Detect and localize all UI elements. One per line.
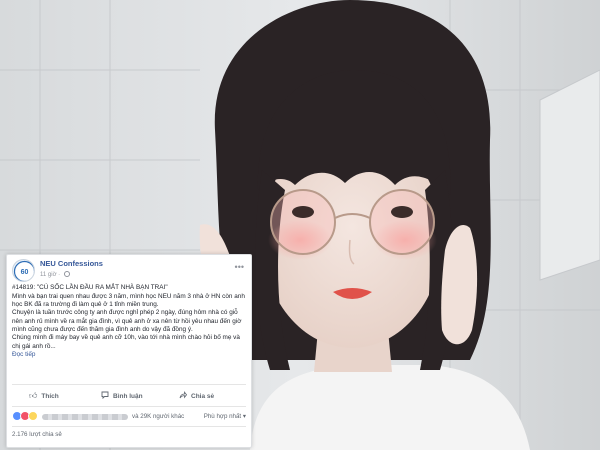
share-button[interactable]: Chia sẻ — [179, 389, 214, 403]
action-bar: 👍︎ Thích Bình luận Chia sẻ — [7, 389, 251, 403]
sort-dropdown[interactable]: Phù hợp nhất ▾ — [204, 413, 246, 420]
post-time-text[interactable]: 11 giờ — [40, 272, 57, 278]
post-body: #14819: "CÚ SỐC LẦN ĐẦU RA MẮT NHÀ BẠN T… — [12, 284, 246, 359]
post-paragraph: Chúng mình đi máy bay về quê anh cỡ 10h,… — [12, 334, 240, 350]
neu-logo-icon: 60 — [13, 260, 34, 281]
page-name[interactable]: NEU Confessions — [40, 259, 103, 268]
facebook-post-card: 60 NEU Confessions 11 giờ · ••• #14819: … — [6, 254, 252, 448]
share-count[interactable]: 2.176 lượt chia sẻ — [12, 431, 62, 438]
svg-text:60: 60 — [21, 269, 29, 276]
like-button[interactable]: 👍︎ Thích — [29, 389, 59, 403]
reactions-row: và 29K người khác Phù hợp nhất ▾ — [12, 411, 246, 423]
comment-button[interactable]: Bình luận — [101, 389, 143, 403]
post-paragraph: Mình và bạn trai quen nhau được 3 năm, m… — [12, 292, 245, 309]
more-dots-icon[interactable]: ••• — [235, 262, 244, 272]
see-more-link[interactable]: Đọc tiếp — [12, 351, 246, 359]
globe-icon — [63, 271, 70, 277]
haha-reaction-icon[interactable] — [28, 411, 38, 421]
divider — [12, 384, 246, 385]
divider — [12, 406, 246, 407]
reaction-count[interactable]: và 29K người khác — [132, 413, 184, 420]
chevron-down-icon: ▾ — [242, 412, 246, 420]
post-time[interactable]: 11 giờ · — [40, 271, 70, 278]
comment-label: Bình luận — [113, 392, 143, 400]
blurred-names — [42, 414, 128, 420]
thumbs-up-icon: 👍︎ — [29, 391, 38, 400]
share-arrow-icon — [179, 391, 188, 401]
like-label: Thích — [41, 392, 59, 400]
divider — [12, 426, 246, 427]
post-header: 60 NEU Confessions 11 giờ · ••• — [12, 259, 246, 283]
page-avatar[interactable]: 60 — [12, 259, 35, 282]
share-label: Chia sẻ — [191, 392, 215, 400]
post-paragraph: Chuyện là tuần trước công ty anh được ng… — [12, 309, 242, 333]
comment-icon — [101, 391, 109, 401]
post-title: #14819: "CÚ SỐC LẦN ĐẦU RA MẮT NHÀ BẠN T… — [12, 284, 168, 291]
sort-label: Phù hợp nhất — [203, 412, 242, 420]
